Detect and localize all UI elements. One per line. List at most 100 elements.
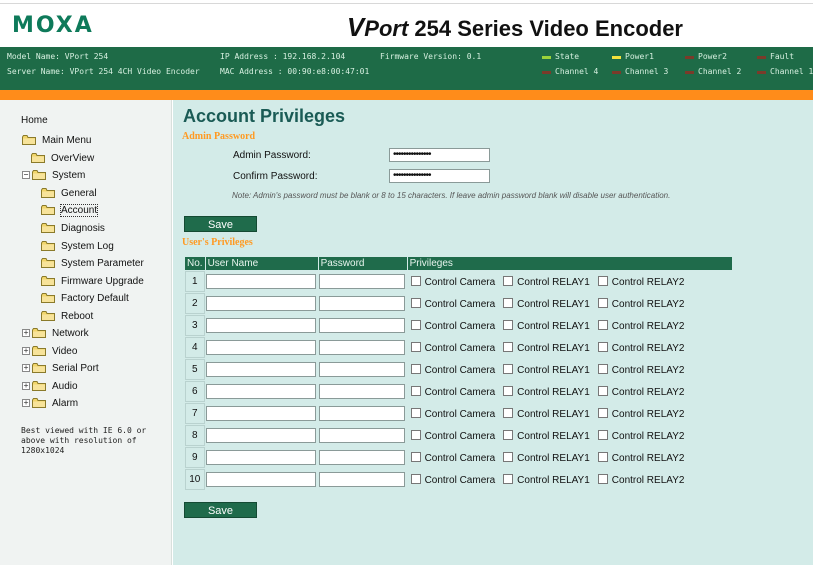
sidebar-item-reboot[interactable]: Reboot xyxy=(41,309,93,323)
folder-icon xyxy=(32,170,46,180)
expand-icon[interactable]: + xyxy=(22,364,30,372)
privilege-label: Control RELAY2 xyxy=(611,430,685,442)
status-bar: Model Name: VPort 254 Server Name: VPort… xyxy=(0,47,813,90)
sidebar-item-serial-port[interactable]: + Serial Port xyxy=(22,361,99,375)
row-number: 3 xyxy=(185,315,205,336)
sidebar-item-label: System Log xyxy=(61,240,114,252)
username-input[interactable] xyxy=(205,296,316,311)
password-input[interactable] xyxy=(318,318,405,333)
privilege-label: Control Camera xyxy=(424,298,496,310)
privilege-checkbox[interactable] xyxy=(597,385,608,396)
admin-password-input[interactable]: ••••••••••••••• xyxy=(389,148,490,162)
privilege-checkbox[interactable] xyxy=(503,319,514,330)
expand-icon[interactable]: + xyxy=(22,382,30,390)
privilege-checkbox[interactable] xyxy=(410,363,421,374)
privilege-checkbox[interactable] xyxy=(410,275,421,286)
password-input[interactable] xyxy=(318,384,405,399)
username-input[interactable] xyxy=(205,428,316,443)
privilege-checkbox[interactable] xyxy=(410,407,421,418)
password-input[interactable] xyxy=(318,274,405,289)
privilege-checkbox[interactable] xyxy=(597,407,608,418)
mac-address: MAC Address : 00:90:e8:00:47:01 xyxy=(220,67,370,76)
password-input[interactable] xyxy=(318,340,405,355)
username-input[interactable] xyxy=(205,318,316,333)
privileges-cell: Control Camera Control RELAY1 Control RELA… xyxy=(407,447,732,468)
privilege-checkbox[interactable] xyxy=(410,341,421,352)
collapse-icon[interactable]: − xyxy=(22,171,30,179)
state-led xyxy=(542,56,551,59)
password-input[interactable] xyxy=(318,428,405,443)
save-users-button[interactable]: Save xyxy=(184,502,257,518)
password-input[interactable] xyxy=(318,472,405,487)
username-input[interactable] xyxy=(205,362,316,377)
privilege-label: Control Camera xyxy=(424,408,496,420)
privilege-checkbox[interactable] xyxy=(503,363,514,374)
sidebar-item-audio[interactable]: + Audio xyxy=(22,379,78,393)
password-input[interactable] xyxy=(318,450,405,465)
privilege-checkbox[interactable] xyxy=(597,275,608,286)
privilege-checkbox[interactable] xyxy=(410,319,421,330)
username-cell xyxy=(205,381,318,402)
privilege-checkbox[interactable] xyxy=(503,341,514,352)
sidebar-item-factory-default[interactable]: Factory Default xyxy=(41,291,129,305)
privilege-label: Control Camera xyxy=(424,342,496,354)
privilege-checkbox[interactable] xyxy=(503,385,514,396)
sidebar-item-system-log[interactable]: System Log xyxy=(41,239,114,253)
nav-home-link[interactable]: Home xyxy=(21,115,48,126)
sidebar-item-firmware-upgrade[interactable]: Firmware Upgrade xyxy=(41,274,144,288)
save-admin-button[interactable]: Save xyxy=(184,216,257,232)
moxa-logo: MOXA xyxy=(12,13,94,38)
privilege-label: Control RELAY1 xyxy=(517,320,590,332)
privilege-checkbox[interactable] xyxy=(503,407,514,418)
username-input[interactable] xyxy=(205,274,316,289)
sidebar-item-system[interactable]: − System xyxy=(22,168,85,182)
privilege-checkbox[interactable] xyxy=(410,429,421,440)
privilege-checkbox[interactable] xyxy=(597,473,608,484)
privilege-checkbox[interactable] xyxy=(410,385,421,396)
password-input[interactable] xyxy=(318,296,405,311)
expand-icon[interactable]: + xyxy=(22,347,30,355)
sidebar-item-alarm[interactable]: + Alarm xyxy=(22,396,78,410)
password-input[interactable] xyxy=(318,362,405,377)
username-cell xyxy=(205,359,318,380)
password-cell xyxy=(318,359,407,380)
privilege-checkbox[interactable] xyxy=(410,451,421,462)
sidebar-item-main-menu[interactable]: Main Menu xyxy=(22,133,91,147)
sidebar-item-account[interactable]: Account xyxy=(41,203,99,217)
privilege-checkbox[interactable] xyxy=(597,341,608,352)
privilege-checkbox[interactable] xyxy=(597,429,608,440)
privilege-checkbox[interactable] xyxy=(410,473,421,484)
sidebar-item-label: OverView xyxy=(51,152,95,164)
password-input[interactable] xyxy=(318,406,405,421)
sidebar-item-system-parameter[interactable]: System Parameter xyxy=(41,256,144,270)
privilege-checkbox[interactable] xyxy=(597,451,608,462)
confirm-password-input[interactable]: ••••••••••••••• xyxy=(389,169,490,183)
sidebar-item-overview[interactable]: OverView xyxy=(31,151,94,165)
sidebar-item-network[interactable]: + Network xyxy=(22,326,89,340)
expand-icon[interactable]: + xyxy=(22,399,30,407)
username-input[interactable] xyxy=(205,406,316,421)
expand-icon[interactable]: + xyxy=(22,329,30,337)
password-cell xyxy=(318,381,407,402)
sidebar-item-label: Video xyxy=(52,345,78,357)
password-cell xyxy=(318,469,407,490)
folder-icon xyxy=(41,258,55,268)
sidebar-item-video[interactable]: + Video xyxy=(22,344,77,358)
privilege-checkbox[interactable] xyxy=(597,319,608,330)
privilege-checkbox[interactable] xyxy=(597,297,608,308)
privilege-checkbox[interactable] xyxy=(597,363,608,374)
privilege-checkbox[interactable] xyxy=(503,297,514,308)
sidebar-item-diagnosis[interactable]: Diagnosis xyxy=(41,221,105,235)
privilege-checkbox[interactable] xyxy=(503,429,514,440)
sidebar-item-general[interactable]: General xyxy=(41,186,97,200)
username-input[interactable] xyxy=(205,450,316,465)
privilege-checkbox[interactable] xyxy=(410,297,421,308)
username-input[interactable] xyxy=(205,384,316,399)
model-name: Model Name: VPort 254 xyxy=(7,52,109,61)
privilege-checkbox[interactable] xyxy=(503,451,514,462)
username-input[interactable] xyxy=(205,472,316,487)
privilege-checkbox[interactable] xyxy=(503,473,514,484)
username-input[interactable] xyxy=(205,340,316,355)
username-cell xyxy=(205,315,318,336)
privilege-checkbox[interactable] xyxy=(503,275,514,286)
